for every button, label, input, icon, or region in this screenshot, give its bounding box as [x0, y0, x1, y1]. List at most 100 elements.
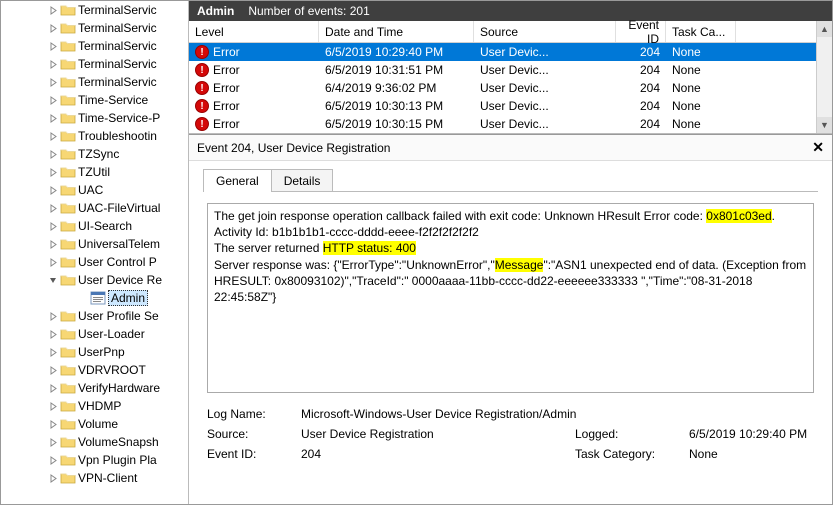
- scroll-down-icon[interactable]: ▼: [817, 117, 832, 133]
- tree-item[interactable]: Troubleshootin: [1, 127, 188, 145]
- tree-item[interactable]: Vpn Plugin Pla: [1, 451, 188, 469]
- cell-level: Error: [213, 81, 240, 95]
- tree-item[interactable]: TZUtil: [1, 163, 188, 181]
- chevron-right-icon[interactable]: [46, 6, 60, 15]
- chevron-right-icon[interactable]: [46, 312, 60, 321]
- tree-item[interactable]: User Device Re: [1, 271, 188, 289]
- prop-label: Source:: [207, 427, 297, 441]
- tree-item-label: VHDMP: [78, 399, 121, 413]
- msg-highlight: HTTP status: 400: [323, 241, 416, 255]
- tree-item[interactable]: User-Loader: [1, 325, 188, 343]
- tree-item[interactable]: VHDMP: [1, 397, 188, 415]
- tree-item[interactable]: VPN-Client: [1, 469, 188, 487]
- msg-text: .: [772, 209, 775, 223]
- chevron-right-icon[interactable]: [46, 330, 60, 339]
- cell-source: User Devic...: [474, 117, 616, 131]
- log-icon: [90, 290, 106, 306]
- chevron-right-icon[interactable]: [46, 240, 60, 249]
- chevron-right-icon[interactable]: [46, 384, 60, 393]
- chevron-right-icon[interactable]: [46, 78, 60, 87]
- tree-item-label: TZSync: [78, 147, 119, 161]
- tree-item-label: User Control P: [78, 255, 157, 269]
- tree-item[interactable]: UniversalTelem: [1, 235, 188, 253]
- chevron-right-icon[interactable]: [46, 402, 60, 411]
- cell-date: 6/5/2019 10:29:40 PM: [319, 45, 474, 59]
- tree-item[interactable]: TerminalServic: [1, 19, 188, 37]
- table-row[interactable]: !Error6/5/2019 10:30:15 PMUser Devic...2…: [189, 115, 832, 133]
- table-row[interactable]: !Error6/4/2019 9:36:02 PMUser Devic...20…: [189, 79, 832, 97]
- chevron-right-icon[interactable]: [46, 60, 60, 69]
- tree-item[interactable]: TZSync: [1, 145, 188, 163]
- chevron-right-icon[interactable]: [46, 420, 60, 429]
- col-event-id[interactable]: Event ID: [616, 21, 666, 42]
- header-title: Admin: [197, 4, 234, 18]
- folder-icon: [60, 416, 76, 432]
- tree-item[interactable]: VolumeSnapsh: [1, 433, 188, 451]
- error-icon: !: [195, 99, 209, 113]
- prop-label: Log Name:: [207, 407, 297, 421]
- col-task[interactable]: Task Ca...: [666, 21, 736, 42]
- msg-text: Server response was: {"ErrorType":"Unkno…: [214, 258, 495, 272]
- tree-item-label: TerminalServic: [78, 39, 157, 53]
- chevron-right-icon[interactable]: [46, 474, 60, 483]
- tree-item[interactable]: TerminalServic: [1, 73, 188, 91]
- tab-details[interactable]: Details: [271, 169, 334, 192]
- folder-icon: [60, 236, 76, 252]
- chevron-right-icon[interactable]: [46, 456, 60, 465]
- cell-event-id: 204: [616, 81, 666, 95]
- table-row[interactable]: !Error6/5/2019 10:29:40 PMUser Devic...2…: [189, 43, 832, 61]
- tree-item[interactable]: Time-Service-P: [1, 109, 188, 127]
- detail-pane: Event 204, User Device Registration ✕ Ge…: [189, 134, 832, 504]
- chevron-right-icon[interactable]: [46, 96, 60, 105]
- tree-item[interactable]: Time-Service: [1, 91, 188, 109]
- tree-item[interactable]: TerminalServic: [1, 1, 188, 19]
- chevron-right-icon[interactable]: [46, 222, 60, 231]
- chevron-right-icon[interactable]: [46, 258, 60, 267]
- col-date[interactable]: Date and Time: [319, 21, 474, 42]
- tree-view[interactable]: TerminalServicTerminalServicTerminalServ…: [1, 1, 189, 504]
- tree-item[interactable]: VDRVROOT: [1, 361, 188, 379]
- table-row[interactable]: !Error6/5/2019 10:30:13 PMUser Devic...2…: [189, 97, 832, 115]
- tree-item[interactable]: UAC-FileVirtual: [1, 199, 188, 217]
- tab-general[interactable]: General: [203, 169, 272, 192]
- tree-item[interactable]: TerminalServic: [1, 55, 188, 73]
- tree-item-label: Vpn Plugin Pla: [78, 453, 157, 467]
- chevron-down-icon[interactable]: [46, 276, 60, 285]
- content-header: Admin Number of events: 201: [189, 1, 832, 21]
- table-row[interactable]: !Error6/5/2019 10:31:51 PMUser Devic...2…: [189, 61, 832, 79]
- col-source[interactable]: Source: [474, 21, 616, 42]
- chevron-right-icon[interactable]: [46, 186, 60, 195]
- msg-highlight: 0x801c03ed: [706, 209, 771, 223]
- chevron-right-icon[interactable]: [46, 204, 60, 213]
- tree-item-label: Time-Service-P: [78, 111, 160, 125]
- cell-source: User Devic...: [474, 45, 616, 59]
- close-icon[interactable]: ✕: [812, 139, 824, 156]
- scroll-up-icon[interactable]: ▲: [817, 21, 832, 37]
- tree-item[interactable]: User Control P: [1, 253, 188, 271]
- tree-item-label: VPN-Client: [78, 471, 137, 485]
- msg-highlight: Message: [495, 258, 544, 272]
- tree-item[interactable]: TerminalServic: [1, 37, 188, 55]
- tree-item-label: UAC: [78, 183, 103, 197]
- grid-scrollbar[interactable]: ▲ ▼: [816, 21, 832, 133]
- chevron-right-icon[interactable]: [46, 132, 60, 141]
- col-level[interactable]: Level: [189, 21, 319, 42]
- tree-item[interactable]: UAC: [1, 181, 188, 199]
- tree-item[interactable]: VerifyHardware: [1, 379, 188, 397]
- tree-item[interactable]: User Profile Se: [1, 307, 188, 325]
- chevron-right-icon[interactable]: [46, 366, 60, 375]
- chevron-right-icon[interactable]: [46, 42, 60, 51]
- chevron-right-icon[interactable]: [46, 168, 60, 177]
- tree-item-label: User-Loader: [78, 327, 145, 341]
- chevron-right-icon[interactable]: [46, 150, 60, 159]
- tree-item[interactable]: UserPnp: [1, 343, 188, 361]
- chevron-right-icon[interactable]: [46, 348, 60, 357]
- chevron-right-icon[interactable]: [46, 114, 60, 123]
- tree-item-selected[interactable]: Admin: [1, 289, 188, 307]
- tree-item-label: Volume: [78, 417, 118, 431]
- chevron-right-icon[interactable]: [46, 24, 60, 33]
- tree-item[interactable]: UI-Search: [1, 217, 188, 235]
- tree-item[interactable]: Volume: [1, 415, 188, 433]
- chevron-right-icon[interactable]: [46, 438, 60, 447]
- cell-level: Error: [213, 45, 240, 59]
